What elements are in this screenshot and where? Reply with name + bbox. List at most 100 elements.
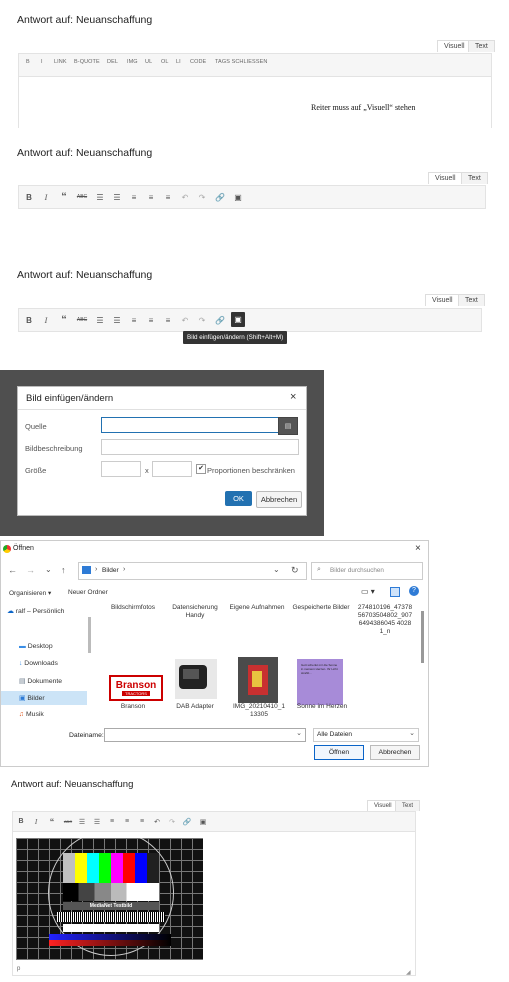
bold-icon[interactable]: B xyxy=(23,309,35,331)
cancel-button[interactable]: Abbrechen xyxy=(256,491,302,508)
undo-icon[interactable]: ↶ xyxy=(179,186,191,208)
file-img[interactable]: IMG_20210410_1 13305 xyxy=(227,703,291,719)
undo-icon[interactable]: ↶ xyxy=(179,309,191,331)
chevron-down-icon[interactable]: ⌄ xyxy=(45,565,52,574)
cancel-button[interactable]: Abbrechen xyxy=(370,745,420,760)
image-icon[interactable]: ▣ xyxy=(198,812,208,831)
qtag-ol[interactable]: OL xyxy=(161,59,169,65)
bullet-list-icon[interactable]: ☰ xyxy=(94,186,106,208)
chevron-down-icon[interactable]: ⌄ xyxy=(273,565,280,574)
height-input[interactable] xyxy=(152,461,192,477)
sidebar-item-downloads[interactable]: ↓ Downloads xyxy=(19,660,58,667)
bullet-list-icon[interactable]: ☰ xyxy=(77,812,87,831)
bold-icon[interactable]: B xyxy=(16,812,26,831)
filename-input[interactable]: ⌄ xyxy=(104,728,306,742)
italic-icon[interactable]: I xyxy=(40,309,52,331)
testcard-image[interactable]: MediaNet Testbild xyxy=(16,838,203,960)
sidebar-item-pictures[interactable]: ▣ Bilder xyxy=(1,691,87,705)
forward-icon[interactable]: → xyxy=(26,565,35,575)
address-bar[interactable]: › Bilder › ⌄ ↻ xyxy=(78,562,307,580)
align-center-icon[interactable]: ≡ xyxy=(145,309,157,331)
file-long-name[interactable]: 274810196_4737856703504802_9076494386045… xyxy=(357,604,413,636)
resize-handle-icon[interactable]: ◢ xyxy=(406,969,411,976)
qtag-i[interactable]: I xyxy=(41,59,43,65)
width-input[interactable] xyxy=(101,461,141,477)
filetype-select[interactable]: Alle Dateien ⌄ xyxy=(313,728,419,742)
undo-icon[interactable]: ↶ xyxy=(152,812,162,831)
strikethrough-icon[interactable]: ABC xyxy=(62,812,74,831)
close-icon[interactable]: × xyxy=(415,543,421,554)
sidebar-item-desktop[interactable]: ▬ Desktop xyxy=(19,643,53,650)
bold-icon[interactable]: B xyxy=(23,186,35,208)
folder-eigene-aufnahmen[interactable]: Eigene Aufnahmen xyxy=(227,604,287,612)
numbered-list-icon[interactable]: ☰ xyxy=(92,812,102,831)
tab-visual[interactable]: Visuell xyxy=(428,172,463,184)
link-icon[interactable]: 🔗 xyxy=(214,309,226,331)
thumbnail-sonne[interactable]: Gott schenkt mir die Sonne in meinem Her… xyxy=(297,659,343,705)
tab-text[interactable]: Text xyxy=(468,40,495,52)
redo-icon[interactable]: ↷ xyxy=(196,309,208,331)
align-center-icon[interactable]: ≡ xyxy=(122,812,132,831)
redo-icon[interactable]: ↷ xyxy=(167,812,177,831)
folder-datensicherung[interactable]: Datensicherung Handy xyxy=(165,604,225,620)
file-dab-adapter[interactable]: DAB Adapter xyxy=(165,703,225,711)
italic-icon[interactable]: I xyxy=(31,812,41,831)
description-input[interactable] xyxy=(101,439,299,455)
image-icon[interactable]: ▣ xyxy=(231,312,245,327)
path-bilder[interactable]: Bilder xyxy=(102,567,119,574)
refresh-icon[interactable]: ↻ xyxy=(291,565,299,576)
sidebar-item-documents[interactable]: ▤ Dokumente xyxy=(19,677,62,685)
help-icon[interactable]: ? xyxy=(409,586,419,596)
preview-pane-icon[interactable] xyxy=(390,587,400,597)
folder-gespeicherte-bilder[interactable]: Gespeicherte Bilder xyxy=(291,604,351,612)
sidebar-item-music[interactable]: ♫ Musik xyxy=(19,711,44,718)
qtag-code[interactable]: CODE xyxy=(190,59,206,65)
constrain-checkbox[interactable]: ✔ xyxy=(196,464,206,474)
tab-text[interactable]: Text xyxy=(461,172,488,184)
tab-visual[interactable]: Visuell xyxy=(437,40,472,52)
image-icon[interactable]: ▣ xyxy=(232,186,244,208)
view-icon[interactable]: ▭ ▾ xyxy=(361,587,375,596)
organize-button[interactable]: Organisieren ▾ xyxy=(9,589,51,597)
blockquote-icon[interactable]: “ xyxy=(57,186,71,208)
content-scrollbar[interactable] xyxy=(421,611,424,663)
browse-icon[interactable]: ▤ xyxy=(278,417,298,435)
thumbnail-img[interactable] xyxy=(238,657,278,703)
tab-visual[interactable]: Visuell xyxy=(367,800,399,811)
sidebar-item-onedrive[interactable]: ☁ ralf – Persönlich xyxy=(7,607,64,615)
back-icon[interactable]: ← xyxy=(8,565,17,575)
qtag-link[interactable]: LINK xyxy=(54,59,67,65)
tab-text[interactable]: Text xyxy=(395,800,421,811)
sidebar-scrollbar[interactable] xyxy=(88,617,91,653)
italic-icon[interactable]: I xyxy=(40,186,52,208)
align-left-icon[interactable]: ≡ xyxy=(128,186,140,208)
thumbnail-branson[interactable]: Branson TRACTORS xyxy=(109,675,163,701)
align-right-icon[interactable]: ≡ xyxy=(162,309,174,331)
qtag-b[interactable]: B xyxy=(26,59,30,65)
folder-bildschirmfotos[interactable]: Bildschirmfotos xyxy=(103,604,163,612)
numbered-list-icon[interactable]: ☰ xyxy=(111,309,123,331)
file-sonne[interactable]: Sonne im Herzen xyxy=(291,703,353,711)
tab-visual[interactable]: Visuell xyxy=(425,294,460,306)
qtag-li[interactable]: LI xyxy=(176,59,181,65)
up-icon[interactable]: ↑ xyxy=(61,565,66,575)
blockquote-icon[interactable]: “ xyxy=(46,812,58,831)
link-icon[interactable]: 🔗 xyxy=(214,186,226,208)
new-folder-button[interactable]: Neuer Ordner xyxy=(68,589,108,596)
strikethrough-icon[interactable]: ABC xyxy=(75,309,89,331)
qtag-close-tags[interactable]: TAGS SCHLIESSEN xyxy=(215,59,267,65)
qtag-bquote[interactable]: B-QUOTE xyxy=(74,59,100,65)
search-box[interactable]: ⌕ Bilder durchsuchen xyxy=(311,562,423,580)
align-right-icon[interactable]: ≡ xyxy=(137,812,147,831)
align-left-icon[interactable]: ≡ xyxy=(107,812,117,831)
file-branson[interactable]: Branson xyxy=(103,703,163,711)
redo-icon[interactable]: ↷ xyxy=(196,186,208,208)
numbered-list-icon[interactable]: ☰ xyxy=(111,186,123,208)
editor-area[interactable] xyxy=(18,76,492,128)
bullet-list-icon[interactable]: ☰ xyxy=(94,309,106,331)
tab-text[interactable]: Text xyxy=(458,294,485,306)
strikethrough-icon[interactable]: ABC xyxy=(75,186,89,208)
open-button[interactable]: Öffnen xyxy=(314,745,364,760)
ok-button[interactable]: OK xyxy=(225,491,252,506)
qtag-del[interactable]: DEL xyxy=(107,59,118,65)
